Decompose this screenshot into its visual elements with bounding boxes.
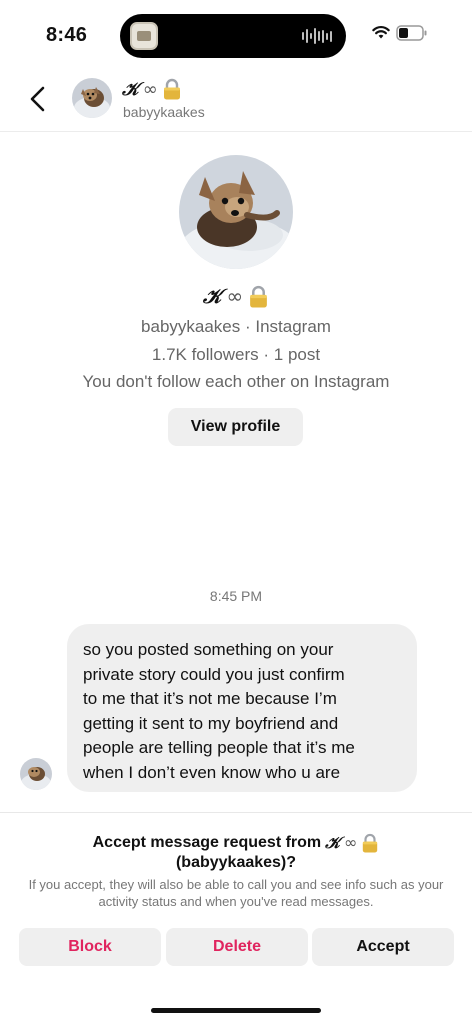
audio-waveform-icon xyxy=(302,27,332,45)
message-line: when I don’t even know who u are xyxy=(83,762,341,782)
name-initial: 𝒦 xyxy=(122,78,139,100)
infinity-symbol: ∞ xyxy=(142,78,158,100)
lock-icon xyxy=(363,833,378,853)
profile-avatar[interactable] xyxy=(179,155,293,269)
header-username: babyykaakes xyxy=(123,104,205,120)
status-bar: 8:46 xyxy=(0,0,472,70)
home-indicator[interactable] xyxy=(151,1008,321,1013)
accept-button[interactable]: Accept xyxy=(312,928,454,966)
delete-button[interactable]: Delete xyxy=(166,928,308,966)
now-playing-app-icon xyxy=(130,22,158,50)
profile-stats: 1.7K followers · 1 post xyxy=(151,345,321,364)
name-initial: 𝒦 xyxy=(202,284,222,308)
infinity-symbol: ∞ xyxy=(344,833,358,852)
request-info: If you accept, they will also be able to… xyxy=(28,877,444,909)
name-initial: 𝒦 xyxy=(325,833,341,852)
lock-icon xyxy=(250,285,267,307)
profile-display-name: 𝒦 ∞ xyxy=(0,284,472,308)
message-line: so you posted something on your xyxy=(83,640,334,659)
infinity-symbol: ∞ xyxy=(226,284,244,308)
avatar[interactable] xyxy=(72,78,112,118)
dynamic-island[interactable] xyxy=(120,14,346,58)
sender-avatar[interactable] xyxy=(20,758,52,790)
request-title-prefix: Accept message request from xyxy=(92,834,322,851)
profile-relation: You don't follow each other on Instagram xyxy=(82,372,390,391)
request-title-username: (babyykaakes)? xyxy=(175,854,297,871)
view-profile-button[interactable]: View profile xyxy=(168,408,303,446)
request-title: Accept message request from 𝒦 ∞ (babyyka… xyxy=(0,833,472,873)
message-line: getting it sent to my boyfriend and xyxy=(83,713,339,733)
message-timestamp: 8:45 PM xyxy=(209,588,263,604)
message-bubble[interactable]: so you posted something on your private … xyxy=(67,624,417,792)
header-display-name[interactable]: 𝒦 ∞ xyxy=(122,78,182,100)
battery-icon xyxy=(396,25,427,41)
profile-username-line: babyykaakes · Instagram xyxy=(141,317,331,336)
message-line: to me that it’s not me because I’m xyxy=(83,689,337,708)
status-time: 8:46 xyxy=(46,24,88,46)
wifi-icon xyxy=(372,26,390,39)
block-button[interactable]: Block xyxy=(19,928,161,966)
message-line: private story could you just confirm xyxy=(83,664,345,684)
chat-header: 𝒦 ∞ babyykaakes xyxy=(0,70,472,132)
chevron-left-icon[interactable] xyxy=(26,84,50,114)
message-line: people are telling people that it’s me xyxy=(83,738,355,757)
lock-icon xyxy=(163,78,180,100)
message-request-panel: Accept message request from 𝒦 ∞ (babyyka… xyxy=(0,812,472,1024)
